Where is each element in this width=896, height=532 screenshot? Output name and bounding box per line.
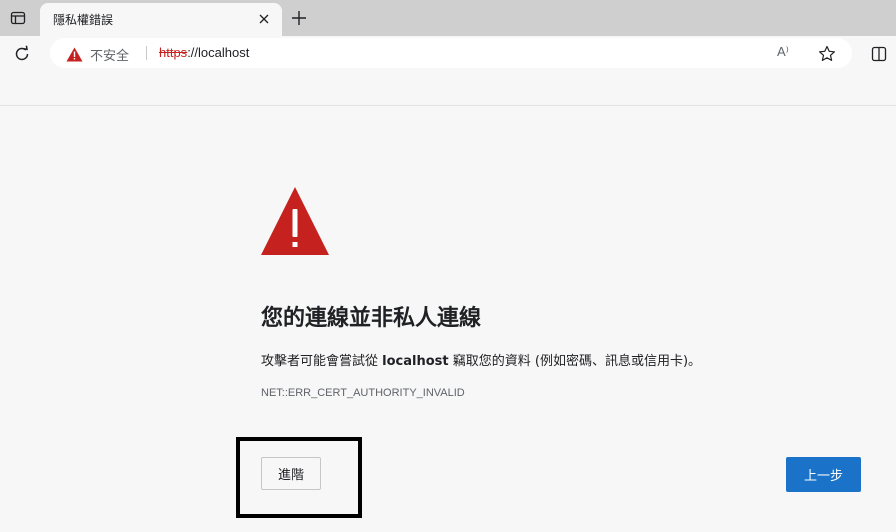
split-screen-icon [871,46,887,62]
tab-title: 隱私權錯誤 [53,13,114,27]
warning-icon [66,47,83,62]
tab-actions-icon [10,11,26,25]
tab-bar: 隱私權錯誤 [0,0,896,36]
star-icon [819,45,835,61]
new-tab-button[interactable] [288,7,310,29]
desc-host: localhost [382,354,449,369]
read-aloud-button[interactable]: A⁾ [777,44,797,62]
address-bar[interactable]: 不安全 https://localhost A⁾ [50,38,852,68]
plus-icon [292,11,306,25]
url-host: ://localhost [187,45,250,60]
site-info-button[interactable]: 不安全 [66,45,129,64]
back-button[interactable]: 上一步 [786,457,861,492]
page-description: 攻擊者可能會嘗試從 localhost 竊取您的資料 (例如密碼、訊息或信用卡)… [261,350,701,369]
url-text[interactable]: https://localhost [159,45,249,60]
desc-suffix: 竊取您的資料 (例如密碼、訊息或信用卡)。 [448,354,702,369]
error-code: NET::ERR_CERT_AUTHORITY_INVALID [261,387,465,399]
reload-icon [15,45,29,61]
omnibox-separator [146,46,147,60]
split-screen-button[interactable] [870,45,888,63]
warning-icon [261,187,329,255]
desc-prefix: 攻擊者可能會嘗試從 [261,354,383,369]
advanced-button[interactable]: 進階 [261,457,321,490]
url-scheme: https [159,45,188,60]
read-aloud-icon: A⁾ [777,44,789,59]
security-status-label: 不安全 [90,49,130,64]
toolbar-divider [0,105,896,106]
close-icon [259,14,269,24]
active-tab[interactable]: 隱私權錯誤 [40,3,282,36]
tab-close-button[interactable] [256,11,272,27]
favorite-button[interactable] [817,44,837,64]
toolbar: 不安全 https://localhost A⁾ [0,36,896,72]
tab-actions-button[interactable] [8,8,28,28]
reload-button[interactable] [12,44,32,64]
page-title: 您的連線並非私人連線 [261,306,482,331]
